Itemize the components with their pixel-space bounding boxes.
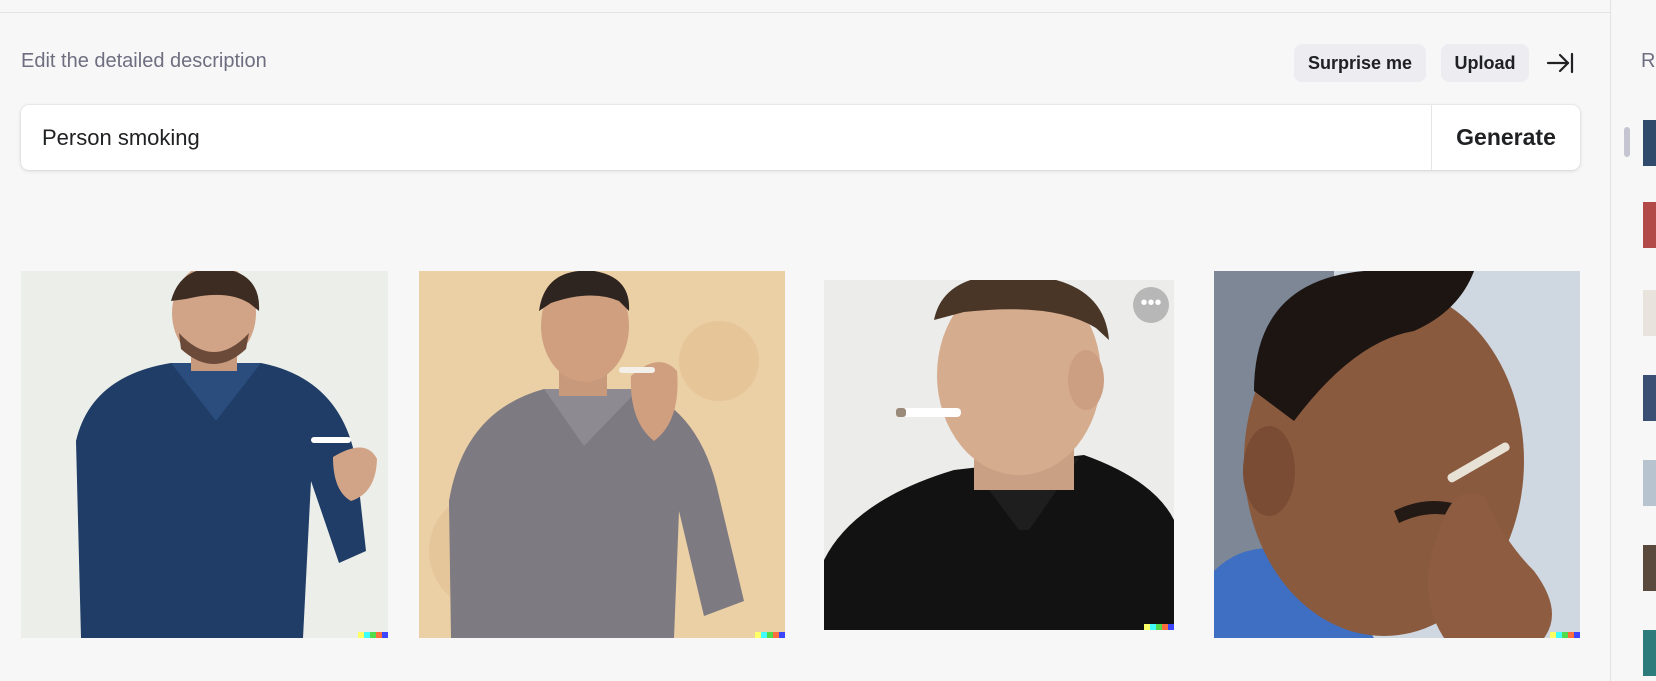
upload-button[interactable]: Upload bbox=[1441, 44, 1529, 82]
watermark-colors bbox=[755, 632, 785, 638]
watermark-colors bbox=[358, 632, 388, 638]
watermark-colors bbox=[1550, 632, 1580, 638]
history-rail-label: R bbox=[1641, 50, 1656, 72]
history-thumbnail[interactable] bbox=[1643, 460, 1656, 506]
collapse-panel-icon[interactable] bbox=[1545, 49, 1575, 77]
history-thumbnail[interactable] bbox=[1643, 630, 1656, 676]
history-thumbnail[interactable] bbox=[1643, 120, 1656, 166]
surprise-me-button[interactable]: Surprise me bbox=[1294, 44, 1426, 82]
result-image-3[interactable]: ••• bbox=[824, 280, 1174, 630]
prompt-input[interactable] bbox=[21, 105, 1431, 170]
top-divider bbox=[0, 0, 1610, 13]
dalle-editor-page: Edit the detailed description Surprise m… bbox=[0, 0, 1656, 681]
man-smoking-closeup-image bbox=[1214, 271, 1580, 638]
history-thumbnail[interactable] bbox=[1643, 375, 1656, 421]
prompt-header: Edit the detailed description Surprise m… bbox=[21, 44, 1580, 82]
man-gray-shirt-image bbox=[419, 271, 785, 638]
description-hint: Edit the detailed description bbox=[21, 50, 267, 72]
result-image-4[interactable] bbox=[1214, 271, 1580, 638]
history-rail: R bbox=[1610, 0, 1656, 681]
man-blue-shirt-image bbox=[21, 271, 388, 638]
more-options-button[interactable]: ••• bbox=[1133, 287, 1169, 323]
result-image-1[interactable] bbox=[21, 271, 388, 638]
man-black-polo-image bbox=[824, 280, 1174, 630]
result-image-2[interactable] bbox=[419, 271, 785, 638]
history-scrollbar[interactable] bbox=[1624, 127, 1630, 157]
watermark-colors bbox=[1144, 624, 1174, 630]
history-thumbnail[interactable] bbox=[1643, 202, 1656, 248]
generate-button[interactable]: Generate bbox=[1432, 105, 1580, 170]
history-thumbnail[interactable] bbox=[1643, 545, 1656, 591]
history-thumbnail[interactable] bbox=[1643, 290, 1656, 336]
prompt-bar: Generate bbox=[21, 105, 1580, 170]
more-horizontal-icon: ••• bbox=[1140, 292, 1162, 314]
